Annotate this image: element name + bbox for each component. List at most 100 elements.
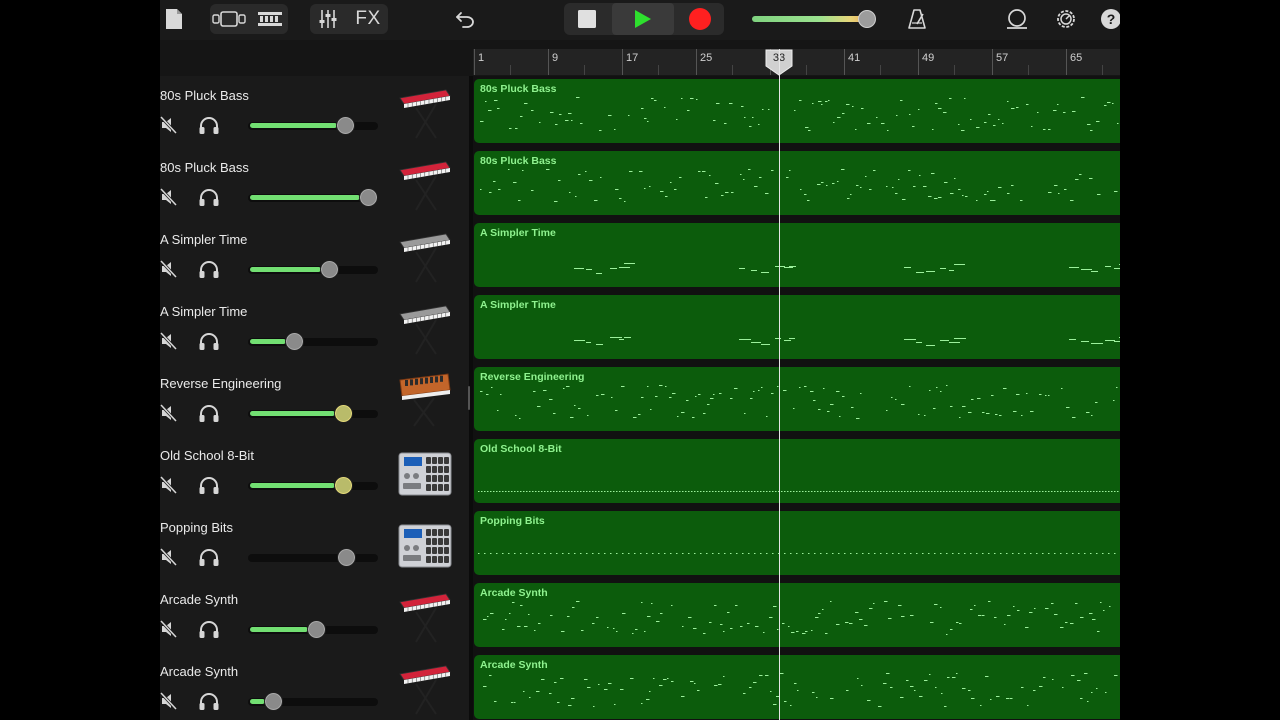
mute-button[interactable] <box>160 475 178 495</box>
volume-knob[interactable] <box>359 188 379 207</box>
instrument-icon[interactable] <box>394 658 454 718</box>
ruler-minor-tick <box>954 65 955 75</box>
ruler-minor-tick <box>658 65 659 75</box>
undo-button[interactable] <box>450 4 480 34</box>
track-volume-slider[interactable] <box>248 260 380 279</box>
fx-button[interactable]: FX <box>348 4 388 34</box>
solo-button[interactable] <box>198 691 220 711</box>
instrument-icon[interactable] <box>394 442 454 502</box>
solo-button[interactable] <box>198 331 220 351</box>
region-label: Arcade Synth <box>480 587 548 599</box>
resize-handle[interactable] <box>468 386 470 410</box>
track-volume-slider[interactable] <box>248 332 380 351</box>
track-volume-slider[interactable] <box>248 404 380 423</box>
loop-icon <box>1005 9 1029 29</box>
help-button[interactable]: ? <box>1100 4 1120 34</box>
ruler-tick <box>548 49 549 75</box>
record-icon <box>689 8 711 30</box>
track-header[interactable]: Arcade Synth <box>160 652 470 720</box>
instrument-icon[interactable] <box>394 226 454 286</box>
bar-number: 65 <box>1070 52 1083 64</box>
solo-button[interactable] <box>198 619 220 639</box>
instrument-icon[interactable] <box>394 514 454 574</box>
volume-knob[interactable] <box>306 620 326 639</box>
volume-knob[interactable] <box>336 548 356 567</box>
track-header[interactable]: 80s Pluck Bass <box>160 148 470 221</box>
track-volume-slider[interactable] <box>248 476 380 495</box>
instrument-icon[interactable] <box>394 370 454 430</box>
ruler-minor-tick <box>584 65 585 75</box>
bar-number: 1 <box>478 52 485 64</box>
mixer-button[interactable] <box>310 4 346 34</box>
track-name: 80s Pluck Bass <box>160 88 249 103</box>
mute-button[interactable] <box>160 619 178 639</box>
region-label: 80s Pluck Bass <box>480 155 557 167</box>
tracks-view-button[interactable] <box>210 4 248 34</box>
mute-button[interactable] <box>160 331 178 351</box>
track-volume-slider[interactable] <box>248 188 380 207</box>
midi-region[interactable]: A Simpler Time <box>474 223 1120 287</box>
volume-knob[interactable] <box>334 404 354 423</box>
volume-knob[interactable] <box>335 116 355 135</box>
track-header[interactable]: Old School 8-Bit <box>160 436 470 509</box>
stop-button[interactable] <box>564 4 610 34</box>
ruler-minor-tick <box>1028 65 1029 75</box>
solo-button[interactable] <box>198 259 220 279</box>
undo-icon <box>455 10 475 28</box>
solo-button[interactable] <box>198 547 220 567</box>
track-volume-slider[interactable] <box>248 692 380 711</box>
solo-button[interactable] <box>198 475 220 495</box>
headphones-icon <box>198 333 220 355</box>
midi-region[interactable]: A Simpler Time <box>474 295 1120 359</box>
track-volume-slider[interactable] <box>248 620 380 639</box>
record-button[interactable] <box>676 4 724 34</box>
midi-region[interactable]: Popping Bits <box>474 511 1120 575</box>
mute-button[interactable] <box>160 547 178 567</box>
track-header[interactable]: Arcade Synth <box>160 580 470 653</box>
solo-button[interactable] <box>198 403 220 423</box>
midi-region[interactable]: 80s Pluck Bass <box>474 151 1120 215</box>
track-header[interactable]: 80s Pluck Bass <box>160 76 470 149</box>
volume-knob[interactable] <box>263 692 283 711</box>
loop-browser-button[interactable] <box>1002 4 1032 34</box>
volume-knob[interactable] <box>334 476 354 495</box>
live-loops-button[interactable] <box>252 4 288 34</box>
note-pattern <box>480 169 1118 202</box>
instrument-icon[interactable] <box>394 298 454 358</box>
volume-knob[interactable] <box>285 332 305 351</box>
master-volume-slider[interactable] <box>752 10 882 28</box>
mute-button[interactable] <box>160 691 178 711</box>
instrument-icon[interactable] <box>394 82 454 142</box>
region-label: Reverse Engineering <box>480 371 585 383</box>
instrument-icon[interactable] <box>394 154 454 214</box>
solo-button[interactable] <box>198 115 220 135</box>
track-header[interactable]: A Simpler Time <box>160 220 470 293</box>
midi-region[interactable]: Arcade Synth <box>474 655 1120 719</box>
my-songs-button[interactable] <box>164 4 184 34</box>
mute-button[interactable] <box>160 403 178 423</box>
play-button[interactable] <box>612 3 674 35</box>
bar-ruler[interactable]: 1 9 17 25 41 49 57 65 <box>473 49 1120 75</box>
track-volume-slider[interactable] <box>248 116 380 135</box>
mute-button[interactable] <box>160 115 178 135</box>
settings-button[interactable] <box>1052 4 1080 34</box>
metronome-button[interactable] <box>904 4 930 34</box>
midi-region[interactable]: Reverse Engineering <box>474 367 1120 431</box>
track-header[interactable]: Reverse Engineering <box>160 364 470 437</box>
note-pattern <box>574 263 1120 274</box>
track-header[interactable]: A Simpler Time <box>160 292 470 365</box>
track-volume-slider[interactable] <box>248 548 380 567</box>
mute-button[interactable] <box>160 187 178 207</box>
track-header[interactable]: Popping Bits <box>160 508 470 581</box>
document-icon <box>165 8 183 30</box>
midi-region[interactable]: Old School 8-Bit <box>474 439 1120 503</box>
mute-button[interactable] <box>160 259 178 279</box>
tracks-area[interactable]: 80s Pluck Bass 80s Pluck Bass A Simpler Ti… <box>473 76 1120 720</box>
midi-region[interactable]: 80s Pluck Bass <box>474 79 1120 143</box>
instrument-icon[interactable] <box>394 586 454 646</box>
solo-button[interactable] <box>198 187 220 207</box>
master-volume-knob[interactable] <box>858 10 877 28</box>
ruler-minor-tick <box>880 65 881 75</box>
midi-region[interactable]: Arcade Synth <box>474 583 1120 647</box>
volume-knob[interactable] <box>320 260 340 279</box>
